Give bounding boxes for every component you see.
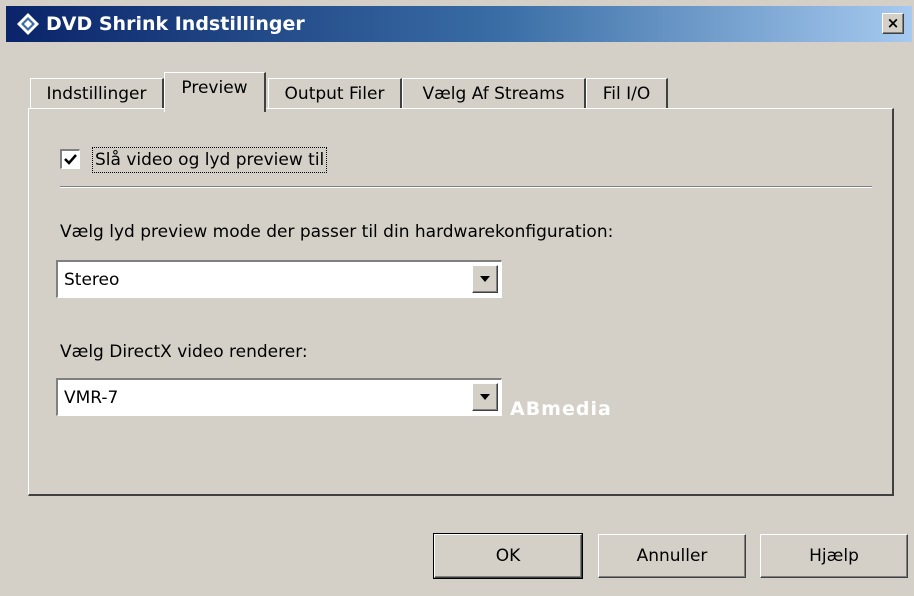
- video-renderer-value: VMR-7: [64, 388, 119, 408]
- audio-mode-value: Stereo: [64, 270, 120, 290]
- chevron-down-icon: [480, 276, 490, 282]
- close-button[interactable]: ×: [882, 13, 904, 34]
- watermark-logo: ABmedia: [510, 398, 612, 420]
- tab-indstillinger[interactable]: Indstillinger: [30, 78, 164, 110]
- audio-mode-select[interactable]: Stereo: [56, 260, 502, 298]
- audio-mode-label: Vælg lyd preview mode der passer til din…: [60, 222, 614, 242]
- help-button[interactable]: Hjælp: [760, 534, 908, 578]
- separator: [60, 186, 872, 188]
- chevron-down-icon: [480, 394, 490, 400]
- checkmark-icon: [64, 154, 77, 165]
- settings-dialog: DVD Shrink Indstillinger × Indstillinger…: [0, 0, 914, 596]
- preview-enable-label[interactable]: Slå video og lyd preview til: [92, 147, 328, 173]
- video-renderer-dropdown-button[interactable]: [472, 383, 498, 411]
- audio-mode-dropdown-button[interactable]: [472, 265, 498, 293]
- ok-button[interactable]: OK: [433, 533, 583, 579]
- window-title: DVD Shrink Indstillinger: [46, 13, 305, 35]
- tab-vaelg-af-streams[interactable]: Vælg Af Streams: [402, 78, 586, 110]
- app-icon: [16, 12, 40, 36]
- video-renderer-label: Vælg DirectX video renderer:: [60, 342, 308, 362]
- tab-fil-io[interactable]: Fil I/O: [586, 78, 668, 110]
- tab-preview[interactable]: Preview: [164, 72, 266, 112]
- title-bar[interactable]: DVD Shrink Indstillinger ×: [6, 6, 912, 42]
- tab-output-filer[interactable]: Output Filer: [268, 78, 402, 110]
- preview-enable-checkbox[interactable]: [60, 149, 80, 169]
- cancel-button[interactable]: Annuller: [598, 534, 746, 578]
- video-renderer-select[interactable]: VMR-7: [56, 378, 502, 416]
